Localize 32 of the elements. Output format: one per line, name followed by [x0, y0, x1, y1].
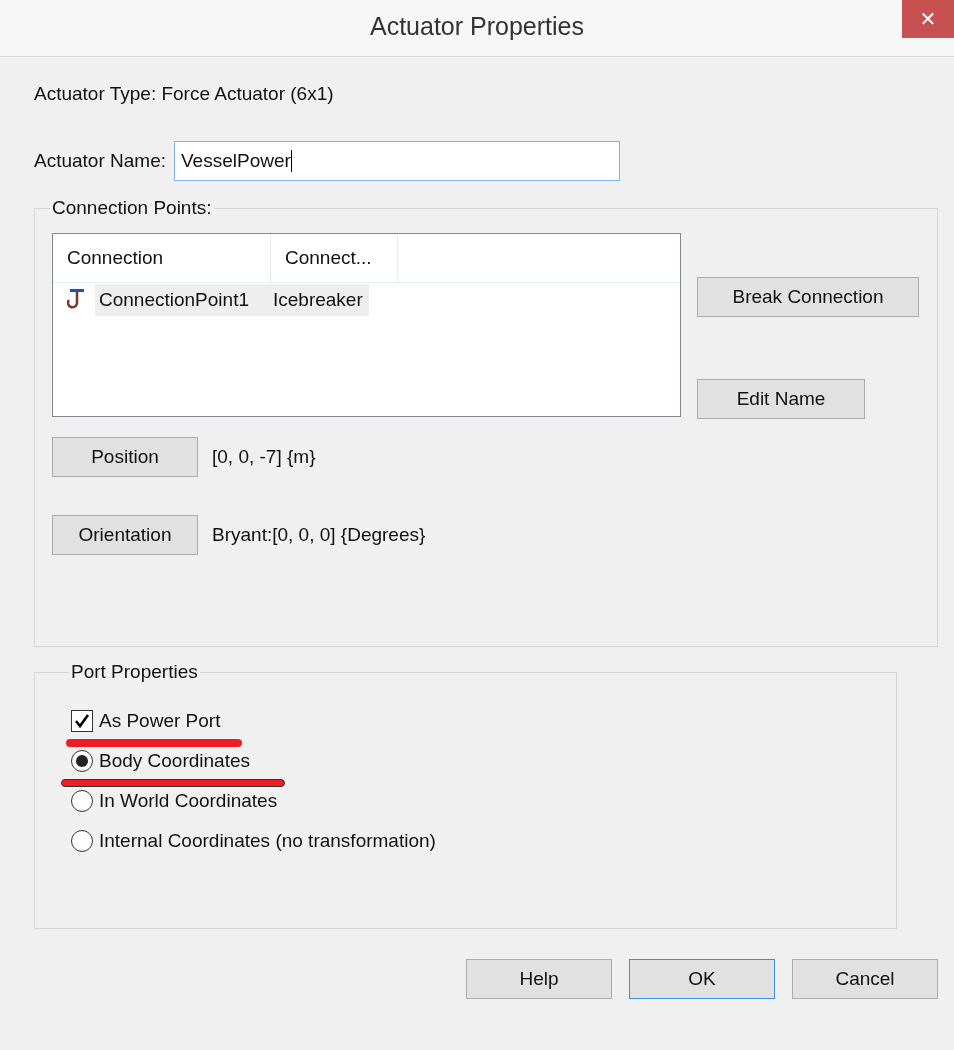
option-label: Internal Coordinates (no transformation) [99, 830, 436, 852]
check-icon [74, 713, 90, 729]
name-input-field[interactable]: VesselPower [174, 141, 620, 181]
column-header[interactable]: Connect... [271, 234, 398, 282]
group-title: Connection Points: [51, 197, 213, 219]
group-title: Port Properties [70, 661, 199, 683]
option-label: Body Coordinates [99, 750, 251, 772]
dialog-button[interactable]: Cancel [792, 959, 938, 999]
radio-button[interactable] [71, 750, 93, 772]
table-cell-text: Icebreaker [272, 289, 364, 311]
position-button[interactable]: Position [52, 437, 198, 477]
position-value: [0, 0, -7] {m} [212, 446, 316, 468]
field-label: Actuator Name: [34, 150, 166, 172]
list-row[interactable]: ConnectionPoint1 Icebreaker [95, 284, 369, 316]
radio-button[interactable] [71, 790, 93, 812]
orientation-button[interactable]: Orientation [52, 515, 198, 555]
dialog-button[interactable]: Help [466, 959, 612, 999]
dialog-button[interactable]: OK [629, 959, 775, 999]
orientation-value: Bryant:[0, 0, 0] {Degrees} [212, 524, 426, 546]
edit-name-button[interactable]: Edit Name [697, 379, 865, 419]
table-cell-text: ConnectionPoint1 [98, 289, 250, 311]
actuator-type-label: Actuator Type: Force Actuator (6x1) [34, 83, 335, 106]
checkbox[interactable] [71, 710, 93, 732]
window-title: Actuator Properties [370, 12, 584, 41]
close-button[interactable]: ✕ [902, 0, 954, 38]
radio-button[interactable] [71, 830, 93, 852]
option-label: As Power Port [99, 710, 221, 732]
hook-icon [67, 288, 87, 312]
option-label: In World Coordinates [99, 790, 278, 812]
connection-list[interactable]: Connection Connect... ConnectionPoint1 Icebreaker [52, 233, 681, 417]
break-connection-button[interactable]: Break Connection [697, 277, 919, 317]
column-header[interactable]: Connection [53, 234, 271, 282]
